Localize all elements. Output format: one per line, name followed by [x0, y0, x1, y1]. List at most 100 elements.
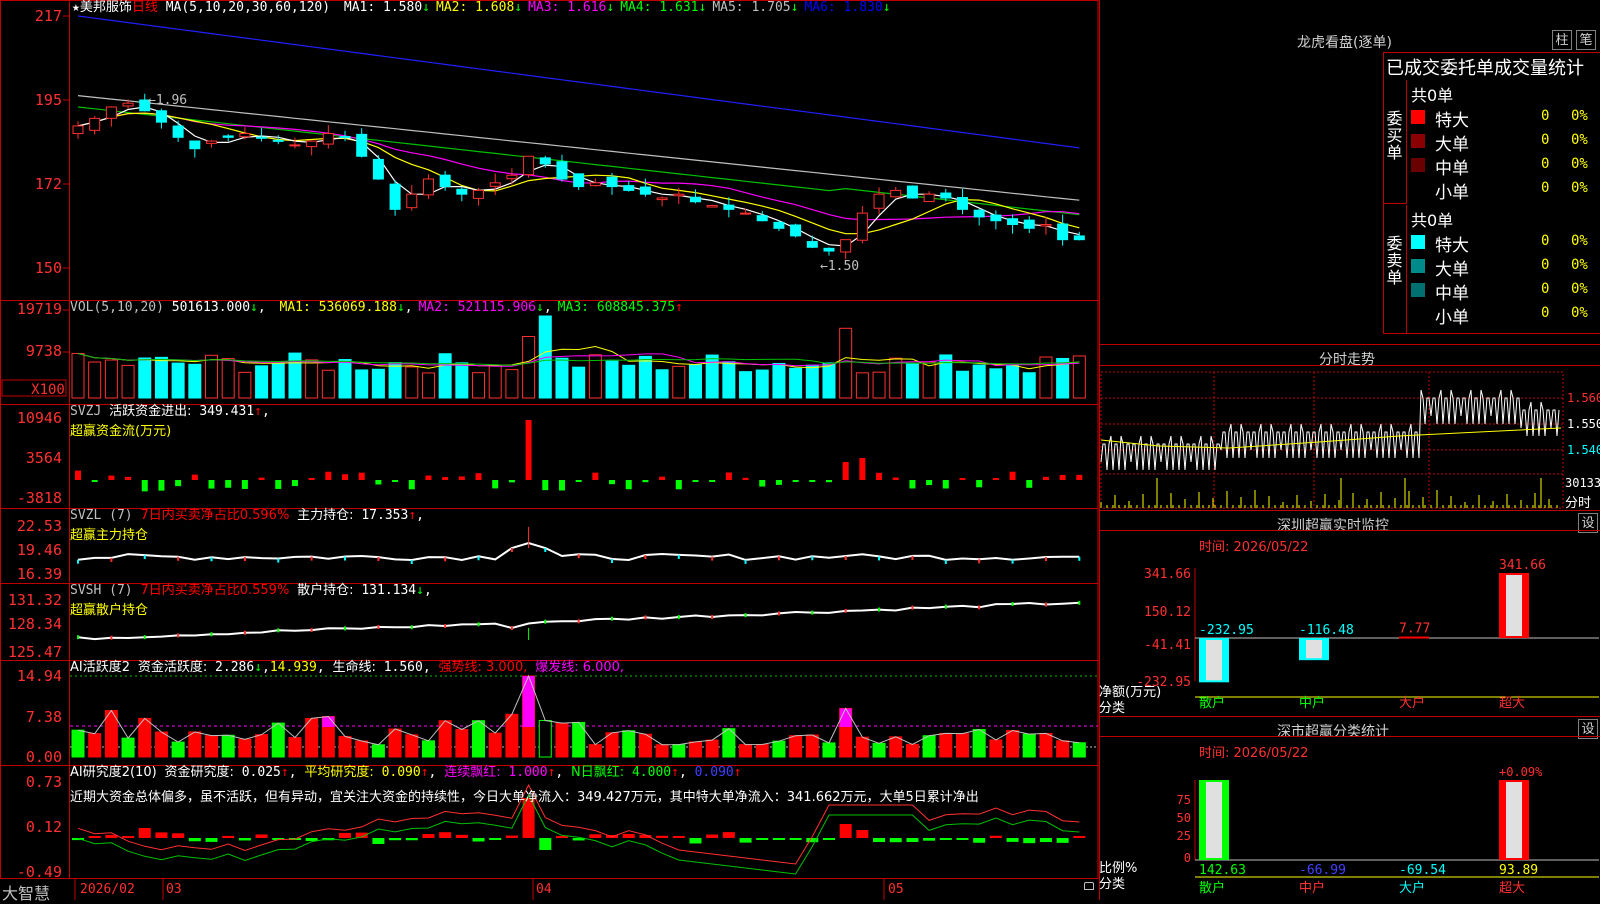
row-percent: 0% — [1571, 233, 1588, 249]
intraday-avg-line — [1100, 427, 1562, 449]
svsh-tick — [744, 613, 747, 618]
volume-bar — [572, 366, 586, 399]
intraday-price-line — [1100, 389, 1560, 471]
ai-research-line — [77, 793, 1080, 875]
volume-bar — [88, 361, 102, 399]
monitor-category: 超大 — [1499, 696, 1525, 711]
volume-bar — [939, 354, 953, 399]
svzj-bar — [375, 480, 382, 485]
svzj-bar — [825, 480, 832, 483]
ai-active-bar — [505, 713, 519, 758]
buy-total: 共0单 — [1411, 86, 1454, 105]
classify-category: 大户 — [1399, 880, 1425, 896]
column-view-button[interactable]: 柱 — [1552, 30, 1572, 50]
svzl-tick — [77, 559, 79, 564]
svsh-tick — [277, 628, 280, 633]
row-name: 大单 — [1435, 135, 1469, 155]
volume-bar — [922, 361, 936, 399]
lhb-title: 龙虎看盘(逐单) — [1297, 35, 1392, 51]
classify-axis-label: 0 — [1184, 851, 1191, 865]
volume-bar — [405, 366, 419, 399]
volume-bar — [355, 369, 369, 399]
ai-active-bar — [755, 743, 769, 758]
svzl-sub: 超赢主力持仓 — [70, 528, 149, 543]
svzj-bar — [892, 477, 899, 480]
main-chart-area[interactable]: 217 195 172 150 ←1.96 ←1.50 19719 9738 X100 10946… — [0, 0, 1100, 903]
candle-body — [389, 183, 401, 210]
ai-active-bar — [889, 736, 903, 758]
svzj-bar — [792, 480, 799, 482]
svzl-tick — [277, 558, 280, 563]
classify-xlabel: 分类 — [1099, 877, 1126, 892]
star-icon[interactable]: ★ — [72, 0, 80, 15]
ai-research-axis-label: -0.49 — [17, 863, 62, 881]
ai-active-bar — [872, 742, 886, 758]
volume-bar — [555, 357, 569, 399]
intraday-axis-label: 1.550 — [1567, 417, 1600, 431]
candle-body — [155, 110, 167, 123]
svzl-tick — [243, 557, 246, 562]
color-swatch — [1411, 158, 1425, 172]
ma-item: MA5: 1.705↓ — [712, 0, 799, 15]
svzj-bar — [1026, 480, 1033, 488]
price-axis-label: 150 — [35, 259, 62, 277]
candle-body — [89, 117, 101, 131]
svzl-tick — [811, 556, 814, 561]
candle-body — [573, 173, 585, 188]
svzj-bar — [525, 420, 532, 480]
ai-active-bar — [855, 736, 869, 758]
buy-row: 大单 0 0% — [1411, 130, 1600, 155]
row-percent: 0% — [1571, 180, 1588, 196]
volume-bar — [822, 362, 836, 399]
monitor-settings-button[interactable]: 设 — [1578, 513, 1598, 533]
ai-active-bar — [739, 744, 753, 758]
svzj-bar — [876, 472, 883, 480]
ai-research-axis-label: 0.12 — [26, 818, 62, 836]
candle-body — [956, 197, 968, 210]
svzj-bar — [942, 480, 949, 489]
pen-view-button[interactable]: 笔 — [1576, 30, 1596, 50]
intraday-axis-label: 1.560 — [1567, 391, 1600, 405]
svzj-bar — [959, 478, 966, 480]
ai-research-bar — [689, 838, 702, 844]
right-panel: 龙虎看盘(逐单) 柱 笔 已成交委托单成交量统计 委买单 共0单 特大 0 0% 大单… — [1099, 0, 1600, 900]
ai-research-bar — [822, 838, 835, 840]
ai-active-bar — [1072, 742, 1086, 758]
classify-settings-button[interactable]: 设 — [1578, 719, 1598, 739]
price-axis-label: 172 — [35, 175, 62, 193]
row-name: 中单 — [1435, 159, 1469, 179]
ai-research-bar — [789, 838, 802, 840]
ai-research-bar — [1056, 838, 1069, 843]
volume-bar — [805, 364, 819, 399]
ai-research-bar — [706, 834, 719, 838]
lock-icon[interactable] — [1084, 882, 1094, 890]
buy-row: 小单 0 0% — [1411, 178, 1600, 203]
svzl-tick — [978, 559, 981, 564]
svzj-bar — [158, 480, 165, 491]
candle-body — [656, 197, 668, 201]
volume-bar — [505, 369, 519, 399]
ai-research-bar — [589, 834, 602, 838]
period-label[interactable]: 日线 — [132, 0, 158, 15]
ai-active-bar — [1056, 740, 1070, 758]
sell-row: 小单 0 0% — [1411, 303, 1600, 328]
volume-bar — [889, 357, 903, 399]
color-swatch — [1411, 259, 1425, 273]
svsh-axis-label: 125.47 — [8, 643, 62, 661]
brand-logo[interactable]: 大智慧 — [2, 880, 50, 904]
row-percent: 0% — [1571, 108, 1588, 124]
ai-research-bar — [889, 838, 902, 843]
svsh-tick — [1044, 602, 1047, 607]
candle-body — [840, 239, 852, 253]
date-label: 04 — [536, 882, 552, 897]
vol-item: MA2: 521115.906↓, — [418, 300, 552, 315]
volume-bar — [221, 358, 235, 399]
svzl-tick — [777, 556, 780, 561]
classify-bar-label: -69.54 — [1399, 863, 1446, 878]
buy-row: 中单 0 0% — [1411, 154, 1600, 179]
ai-active-bar — [922, 735, 936, 758]
svzj-bar — [558, 480, 565, 491]
svzj-bar — [542, 480, 549, 491]
monitor-title: 深圳超赢实时监控 — [1277, 518, 1389, 534]
ai-research-bar — [422, 834, 435, 838]
